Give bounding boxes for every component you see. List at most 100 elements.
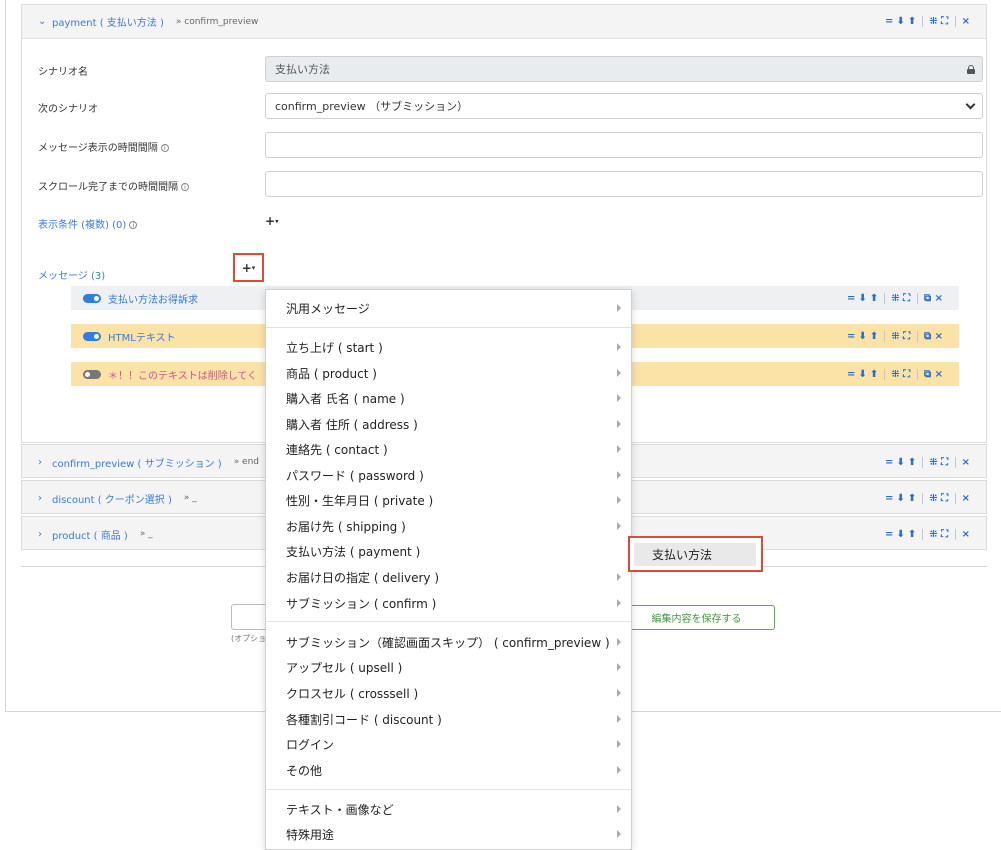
menu-item[interactable]: お届け日の指定 ( delivery ) [266, 565, 631, 590]
shrink-icon[interactable]: ⁜ [891, 331, 899, 342]
shrink-icon[interactable]: ⁜ [929, 529, 937, 540]
shrink-icon[interactable]: ⁜ [929, 493, 937, 504]
move-down-icon[interactable]: ⬇ [858, 369, 866, 380]
toggle-switch[interactable] [83, 331, 101, 341]
section-controls: = ⬇ ⬆ ⁜ ⛶ × [885, 528, 970, 540]
copy-icon[interactable]: ⧉ [924, 331, 932, 342]
menu-item[interactable]: クロスセル ( crosssell ) [266, 681, 631, 706]
move-up-icon[interactable]: ⬆ [908, 16, 916, 27]
shrink-icon[interactable]: ⁜ [891, 369, 899, 380]
close-icon[interactable]: × [935, 331, 943, 342]
caret-right-icon [617, 830, 621, 838]
menu-item[interactable]: 商品 ( product ) [266, 361, 631, 386]
menu-item[interactable]: 性別・生年月日 ( private ) [266, 488, 631, 513]
section-payment-header[interactable]: ⌄ payment ( 支払い方法 ) » confirm_preview = … [22, 5, 986, 39]
expand-icon[interactable]: ⛶ [903, 293, 911, 304]
caret-right-icon [617, 573, 621, 581]
menu-item[interactable]: パスワード ( password ) [266, 463, 631, 488]
menu-item[interactable]: アップセル ( upsell ) [266, 655, 631, 680]
section-title[interactable]: discount ( クーポン選択 ) [52, 491, 172, 506]
caret-right-icon [617, 304, 621, 312]
close-icon[interactable]: × [962, 529, 970, 540]
move-down-icon[interactable]: ⬇ [896, 529, 904, 540]
move-down-icon[interactable]: ⬇ [896, 457, 904, 468]
section-title[interactable]: payment ( 支払い方法 ) [52, 14, 164, 29]
copy-icon[interactable]: ⧉ [924, 369, 932, 380]
collapse-icon[interactable]: = [847, 331, 855, 342]
move-up-icon[interactable]: ⬆ [870, 369, 878, 380]
menu-item[interactable]: 特殊用途 [266, 822, 631, 847]
menu-item[interactable]: ログイン [266, 732, 631, 757]
message-interval-input[interactable] [265, 132, 983, 158]
menu-item[interactable]: 汎用メッセージ [266, 296, 631, 321]
move-down-icon[interactable]: ⬇ [858, 293, 866, 304]
close-icon[interactable]: × [962, 493, 970, 504]
menu-item[interactable]: 各種割引コード ( discount ) [266, 707, 631, 732]
move-up-icon[interactable]: ⬆ [870, 331, 878, 342]
close-icon[interactable]: × [935, 369, 943, 380]
expand-icon[interactable]: ⛶ [941, 16, 949, 27]
chevron-right-icon[interactable]: › [38, 457, 52, 468]
menu-item[interactable]: 連絡先 ( contact ) [266, 437, 631, 462]
menu-item[interactable]: サブミッション ( confirm ) [266, 591, 631, 616]
collapse-icon[interactable]: = [847, 293, 855, 304]
lock-icon [967, 65, 975, 74]
close-icon[interactable]: × [962, 457, 970, 468]
section-title[interactable]: confirm_preview ( サブミッション ) [52, 455, 222, 470]
collapse-icon[interactable]: = [885, 529, 893, 540]
collapse-icon[interactable]: = [885, 16, 893, 27]
next-scenario-select[interactable]: confirm_preview （サブミッション） [265, 93, 983, 119]
move-up-icon[interactable]: ⬆ [908, 457, 916, 468]
message-label[interactable]: ＊！！このテキストは削除してく [108, 367, 257, 382]
toggle-switch[interactable] [83, 293, 101, 303]
close-icon[interactable]: × [935, 293, 943, 304]
display-conditions-label[interactable]: 表示条件 (複数) (0) i [38, 216, 138, 231]
section-controls: = ⬇ ⬆ ⁜ ⛶ × [885, 16, 970, 27]
menu-item[interactable]: 購入者 氏名 ( name ) [266, 386, 631, 411]
info-icon[interactable]: i [160, 144, 169, 152]
info-icon[interactable]: i [181, 183, 189, 191]
move-down-icon[interactable]: ⬇ [858, 331, 866, 342]
chevron-right-icon[interactable]: › [38, 493, 52, 504]
expand-icon[interactable]: ⛶ [941, 529, 949, 540]
move-down-icon[interactable]: ⬇ [896, 493, 904, 504]
collapse-icon[interactable]: = [885, 493, 893, 504]
expand-icon[interactable]: ⛶ [903, 369, 911, 380]
message-label[interactable]: HTMLテキスト [108, 329, 176, 344]
move-up-icon[interactable]: ⬆ [908, 529, 916, 540]
toggle-switch[interactable] [83, 369, 101, 379]
submenu-item-payment[interactable]: 支払い方法 [634, 543, 756, 566]
collapse-icon[interactable]: = [885, 457, 893, 468]
menu-item[interactable]: 購入者 住所 ( address ) [266, 412, 631, 437]
menu-item[interactable]: その他 [266, 758, 631, 783]
expand-icon[interactable]: ⛶ [941, 457, 949, 468]
info-icon[interactable]: i [129, 221, 138, 229]
message-label[interactable]: 支払い方法お得訴求 [108, 291, 198, 306]
close-icon[interactable]: × [962, 16, 970, 27]
shrink-icon[interactable]: ⁜ [929, 457, 937, 468]
scroll-interval-input[interactable] [265, 171, 983, 197]
menu-item[interactable]: サブミッション（確認画面スキップ） ( confirm_preview ) [266, 630, 631, 655]
chevron-down-icon[interactable] [965, 99, 976, 110]
menu-item[interactable]: お届け先 ( shipping ) [266, 514, 631, 539]
shrink-icon[interactable]: ⁜ [891, 293, 899, 304]
move-up-icon[interactable]: ⬆ [870, 293, 878, 304]
messages-label[interactable]: メッセージ (3) [38, 267, 105, 282]
scroll-interval-label: スクロール完了までの時間間隔 i [38, 178, 189, 193]
collapse-icon[interactable]: = [847, 369, 855, 380]
expand-icon[interactable]: ⛶ [903, 331, 911, 342]
menu-item[interactable]: 立ち上げ ( start ) [266, 335, 631, 360]
menu-item[interactable]: テキスト・画像など [266, 797, 631, 822]
expand-icon[interactable]: ⛶ [941, 493, 949, 504]
menu-item-payment[interactable]: 支払い方法 ( payment ) [266, 539, 631, 564]
save-button[interactable]: 編集内容を保存する [618, 605, 775, 630]
chevron-down-icon[interactable]: ⌄ [38, 16, 52, 27]
move-up-icon[interactable]: ⬆ [908, 493, 916, 504]
shrink-icon[interactable]: ⁜ [929, 16, 937, 27]
chevron-right-icon[interactable]: › [38, 529, 52, 540]
copy-icon[interactable]: ⧉ [924, 293, 932, 304]
add-condition-button[interactable]: +▾ [265, 214, 279, 228]
section-title[interactable]: product ( 商品 ) [52, 527, 128, 542]
add-message-button[interactable]: + ▾ [233, 253, 264, 282]
move-down-icon[interactable]: ⬇ [896, 16, 904, 27]
